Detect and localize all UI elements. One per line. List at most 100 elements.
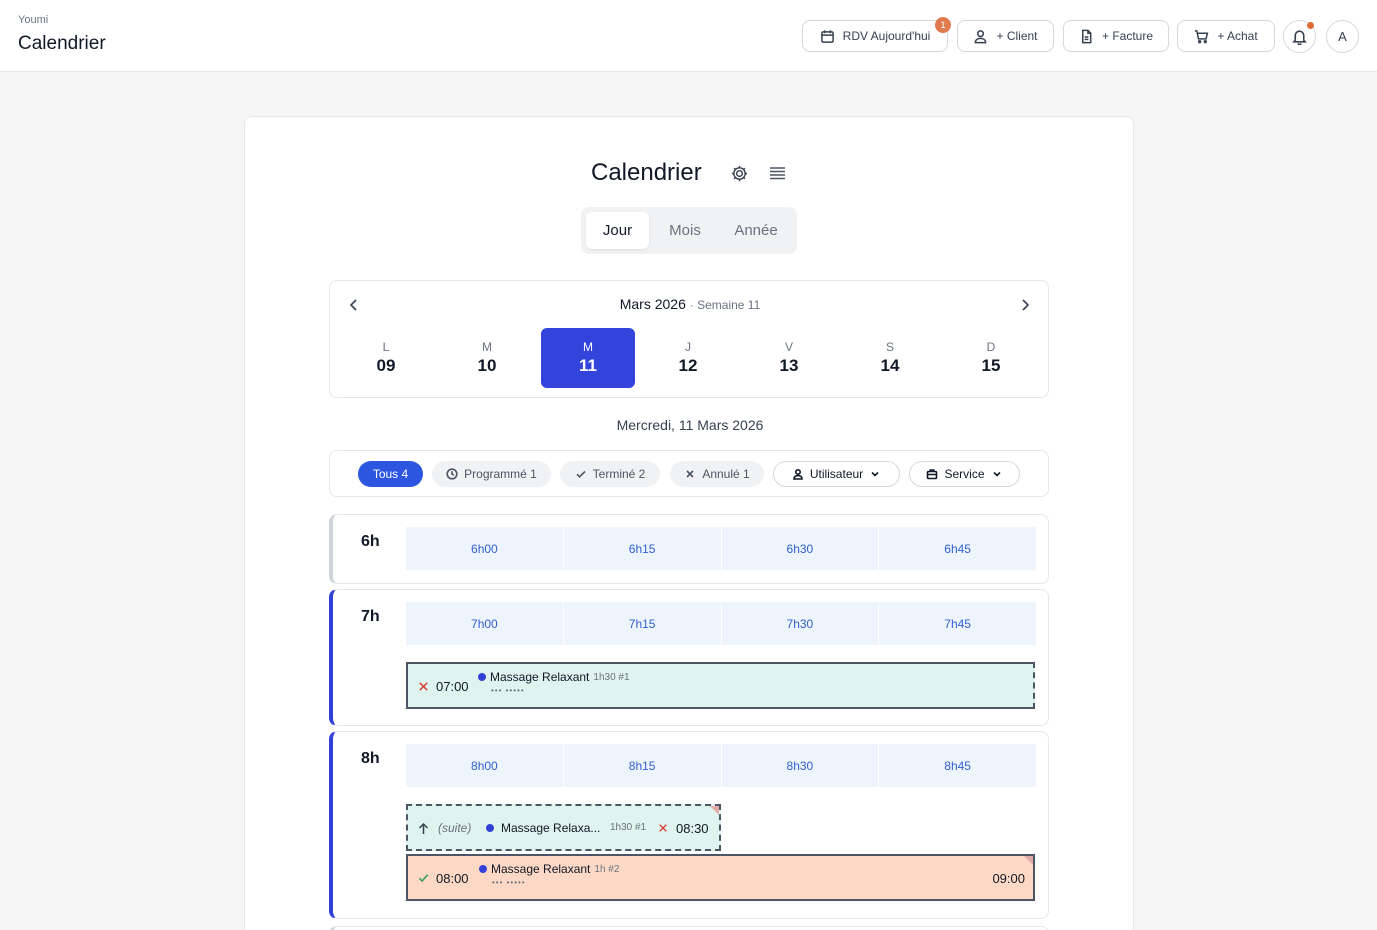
appointment-title: Massage Relaxant 1h #2 [479,862,619,876]
document-icon [1081,29,1092,43]
user-filter-dropdown[interactable]: Utilisateur [773,461,900,487]
hour-block-7h: 7h 7h00 7h15 7h30 7h45 07:00 Massage Rel… [329,589,1049,726]
weekday-letter: M [583,340,593,354]
user-filter-label: Utilisateur [809,467,864,481]
user-group-icon [793,468,803,480]
avatar[interactable]: A [1326,20,1359,53]
tab-jour[interactable]: Jour [586,212,649,249]
day-number: 13 [779,356,799,375]
corner-marker [1024,856,1033,865]
time-slots: 6h00 6h15 6h30 6h45 [406,527,1036,570]
bell-icon [1292,30,1307,45]
x-icon [686,470,694,478]
day-cell-11-selected[interactable]: M 11 [541,328,635,388]
filter-bar: Tous 4 Programmé 1 Terminé 2 Annulé 1 Ut… [329,450,1049,497]
add-invoice-label: + Facture [1101,29,1154,43]
appointment-start-time: 07:00 [436,679,469,694]
day-number: 14 [880,356,900,375]
time-slot[interactable]: 7h45 [879,602,1036,645]
rdv-today-label: RDV Aujourd'hui [842,29,931,43]
weekday-letter: M [482,340,492,354]
calendar-card: Calendrier Jour Mois Année Mars 2026 · S… [244,116,1134,930]
filter-scheduled-chip[interactable]: Programmé 1 [432,461,551,487]
briefcase-icon [927,469,938,480]
add-client-button[interactable]: + Client [957,20,1054,52]
time-slot[interactable]: 6h00 [406,527,563,570]
client-name-masked: ••• ••••• [492,878,526,887]
cart-icon [1195,29,1209,43]
time-slot[interactable]: 8h00 [406,744,563,787]
weekday-letter: L [382,340,390,354]
month-label: Mars 2026 [619,296,686,312]
appointment-title: Massage Relaxant 1h30 #1 [478,670,630,684]
day-cell-14[interactable]: S 14 [843,328,937,388]
cancelled-x-icon [419,682,428,691]
tab-annee[interactable]: Année [721,212,791,249]
time-slot[interactable]: 7h15 [563,602,721,645]
time-slot[interactable]: 8h30 [721,744,879,787]
service-filter-label: Service [944,467,985,481]
settings-gear-icon[interactable] [730,164,749,183]
selected-date-label: Mercredi, 11 Mars 2026 [616,417,764,433]
chevron-right-icon [1022,299,1030,311]
hour-label: 7h [361,608,380,625]
appointment-card[interactable]: 08:00 Massage Relaxant 1h #2 ••• ••••• 0… [406,854,1035,901]
notifications-button[interactable] [1283,20,1316,53]
top-bar: Youmi Calendrier RDV Aujourd'hui 1 + Cli… [0,0,1377,72]
hour-label: 8h [361,750,380,767]
calendar-icon [820,29,834,43]
time-slot[interactable]: 6h45 [879,527,1036,570]
time-slot[interactable]: 6h15 [563,527,721,570]
notification-dot [1307,22,1314,29]
day-cell-09[interactable]: L 09 [339,328,433,388]
rdv-today-button[interactable]: RDV Aujourd'hui 1 [802,17,951,52]
day-cell-15[interactable]: D 15 [944,328,1038,388]
appointment-card[interactable]: 07:00 Massage Relaxant 1h30 #1 ••• ••••• [406,662,1035,709]
weekday-letter: S [885,340,894,354]
service-name: Massage Relaxant [491,862,591,876]
calendar-title: Calendrier [591,159,702,186]
filter-cancelled-label: Annulé 1 [702,467,750,481]
day-cell-12[interactable]: J 12 [641,328,735,388]
time-slot[interactable]: 7h30 [721,602,879,645]
week-title: Mars 2026 · Semaine 11 [330,296,1050,312]
hour-label: 6h [361,533,380,550]
day-number: 10 [477,356,497,375]
add-purchase-button[interactable]: + Achat [1177,20,1275,52]
time-slot[interactable]: 8h45 [879,744,1036,787]
service-name: Massage Relaxant [490,670,590,684]
clock-icon [446,468,458,480]
add-client-label: + Client [996,29,1038,43]
time-slot[interactable]: 8h15 [563,744,721,787]
brand-name: Youmi [18,14,49,26]
next-week-button[interactable] [1015,295,1035,315]
add-invoice-button[interactable]: + Facture [1063,20,1169,52]
day-cell-10[interactable]: M 10 [440,328,534,388]
weekday-letter: V [784,340,793,354]
client-name-masked: ••• ••••• [491,686,525,695]
day-number: 11 [579,356,597,375]
filter-scheduled-label: Programmé 1 [464,467,537,481]
service-filter-dropdown[interactable]: Service [909,461,1020,487]
duration-meta: 1h30 #1 [593,671,630,683]
appointment-end-time: 08:30 [676,821,709,836]
tab-mois[interactable]: Mois [653,212,717,249]
filter-cancelled-chip[interactable]: Annulé 1 [670,461,764,487]
add-purchase-label: + Achat [1217,29,1258,43]
list-view-icon[interactable] [769,166,786,181]
appointment-start-time: 08:00 [436,871,469,886]
time-slot[interactable]: 6h30 [721,527,879,570]
filter-done-chip[interactable]: Terminé 2 [560,461,660,487]
filter-all-chip[interactable]: Tous 4 [358,461,423,487]
day-number: 12 [678,356,698,375]
status-dot [479,865,487,873]
appointment-continuation-card[interactable]: (suite) Massage Relaxa... 1h30 #1 08:30 [406,804,721,851]
chevron-down-icon [871,471,879,477]
time-slot[interactable]: 7h00 [406,602,563,645]
chevron-down-icon [992,471,1001,477]
day-cell-13[interactable]: V 13 [742,328,836,388]
arrow-up-icon [418,822,429,834]
time-slots: 8h00 8h15 8h30 8h45 [406,744,1036,787]
hour-block-8h: 8h 8h00 8h15 8h30 8h45 (suite) Massage R… [329,731,1049,919]
corner-marker [710,806,719,815]
